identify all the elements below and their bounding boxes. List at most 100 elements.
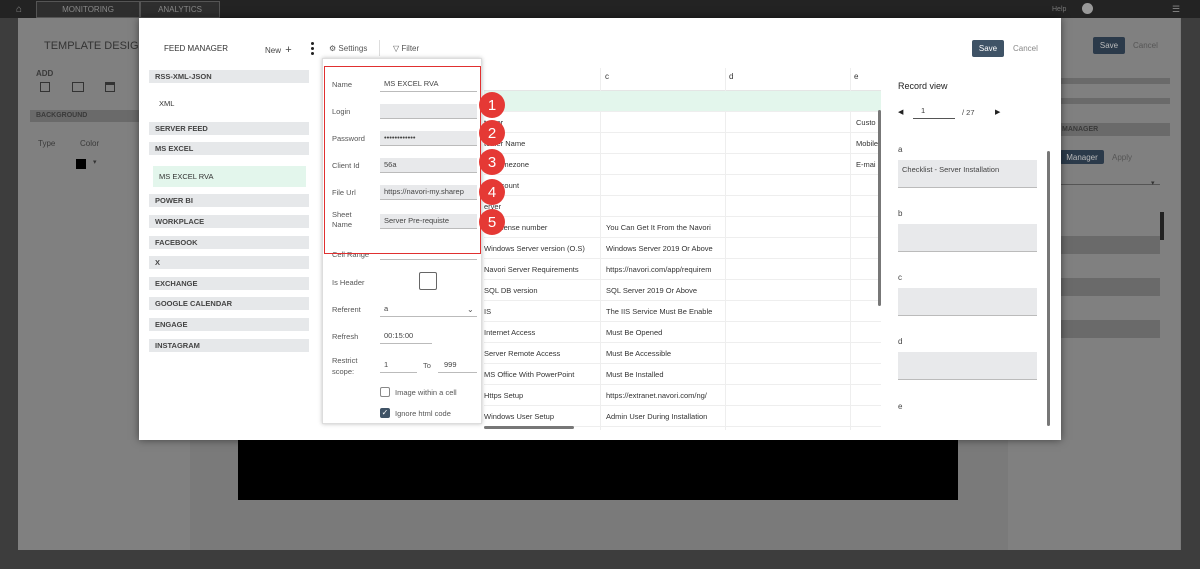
- cell-b[interactable]: erver: [484, 202, 596, 211]
- feed-group-server-feed[interactable]: SERVER FEED: [149, 122, 309, 135]
- cell-e[interactable]: E-mai: [856, 160, 878, 169]
- cell-b[interactable]: Internet Access: [484, 328, 596, 337]
- table-row[interactable]: 5et Account: [466, 175, 881, 196]
- column-header-c[interactable]: c: [605, 72, 609, 81]
- tab-monitoring[interactable]: MONITORING: [36, 1, 140, 18]
- shape-tool-icon[interactable]: [72, 82, 84, 92]
- feed-group-exchange[interactable]: EXCHANGE: [149, 277, 309, 290]
- table-row[interactable]: 1(Windows User SetupAdmin User During In…: [466, 406, 881, 427]
- modal-cancel-button[interactable]: Cancel: [1013, 44, 1038, 53]
- text-tool-icon[interactable]: [40, 82, 50, 92]
- cell-c[interactable]: Windows Server 2019 Or Above: [606, 244, 720, 253]
- background-cancel-button[interactable]: Cancel: [1133, 41, 1158, 50]
- table-row[interactable]: 8Windows Server version (O.S)Windows Ser…: [466, 238, 881, 259]
- background-save-button[interactable]: Save: [1093, 37, 1125, 54]
- feed-group-x[interactable]: X: [149, 256, 309, 269]
- feed-group-ms-excel[interactable]: MS EXCEL: [149, 142, 309, 155]
- cell-c[interactable]: Admin User During Installation: [606, 412, 720, 421]
- table-row[interactable]: 1:Server Remote AccessMust Be Accessible: [466, 343, 881, 364]
- background-scrollbar[interactable]: [1160, 212, 1164, 240]
- table-row[interactable]: 1:Internet AccessMust Be Opened: [466, 322, 881, 343]
- cell-b[interactable]: IS: [484, 307, 596, 316]
- is-header-checkbox[interactable]: [419, 272, 437, 290]
- image-within-cell-checkbox[interactable]: [380, 387, 390, 397]
- grid-horizontal-scrollbar[interactable]: [484, 426, 574, 429]
- cell-b[interactable]: Https Setup: [484, 391, 596, 400]
- ignore-html-checkbox[interactable]: ✓: [380, 408, 390, 418]
- table-row[interactable]: 9Navori Server Requirementshttps://navor…: [466, 259, 881, 280]
- cell-b[interactable]: Server Remote Access: [484, 349, 596, 358]
- settings-sliders-icon[interactable]: ☰: [1172, 4, 1180, 15]
- tab-analytics[interactable]: ANALYTICS: [140, 1, 220, 18]
- calendar-tool-icon[interactable]: [105, 82, 115, 92]
- next-record-icon[interactable]: ▶: [995, 108, 1000, 116]
- cell-c[interactable]: Must Be Installed: [606, 370, 720, 379]
- cell-e[interactable]: Custo: [856, 118, 878, 127]
- modal-save-button[interactable]: Save: [972, 40, 1004, 57]
- cell-c[interactable]: You Can Get It From the Navori: [606, 223, 720, 232]
- user-icon[interactable]: [1082, 3, 1093, 14]
- settings-label: Settings: [338, 44, 368, 53]
- cell-e[interactable]: Mobile: [856, 139, 878, 148]
- table-row[interactable]: 4ry / TimezoneE-mai: [466, 154, 881, 175]
- help-link[interactable]: Help: [1052, 6, 1066, 13]
- background-right-line: [1060, 184, 1160, 185]
- table-row[interactable]: 1<MS Office With PowerPointMust Be Insta…: [466, 364, 881, 385]
- table-row[interactable]: 1!Https Setuphttps://extranet.navori.com…: [466, 385, 881, 406]
- feed-group-facebook[interactable]: FACEBOOK: [149, 236, 309, 249]
- grid-vertical-scrollbar[interactable]: [878, 110, 881, 306]
- home-icon[interactable]: ⌂: [16, 4, 22, 15]
- refresh-input[interactable]: 00:15:00: [380, 329, 432, 344]
- annotation-marker-4: 4: [479, 179, 505, 205]
- feed-group-power-bi[interactable]: POWER BI: [149, 194, 309, 207]
- record-page-input[interactable]: 1: [913, 106, 955, 119]
- field-value-d[interactable]: [898, 352, 1037, 380]
- record-view-scrollbar[interactable]: [1047, 151, 1050, 426]
- table-row[interactable]: 2tomerCusto: [466, 112, 881, 133]
- table-row[interactable]: 7ver license numberYou Can Get It From t…: [466, 217, 881, 238]
- filter-button[interactable]: ▽ Filter: [393, 44, 419, 53]
- table-row[interactable]: 1'ISThe IIS Service Must Be Enable: [466, 301, 881, 322]
- cell-c[interactable]: Must Be Opened: [606, 328, 720, 337]
- prev-record-icon[interactable]: ◀: [898, 108, 903, 116]
- template-canvas: [238, 440, 958, 500]
- cell-c[interactable]: https://navori.com/app/requirem: [606, 265, 720, 274]
- feed-group-google-calendar[interactable]: GOOGLE CALENDAR: [149, 297, 309, 310]
- cell-b[interactable]: MS Office With PowerPoint: [484, 370, 596, 379]
- cell-c[interactable]: Must Be Accessible: [606, 349, 720, 358]
- table-row[interactable]: 6erver: [466, 196, 881, 217]
- apply-button[interactable]: Apply: [1112, 153, 1132, 162]
- new-feed-button[interactable]: New +: [265, 44, 292, 56]
- field-value-c[interactable]: [898, 288, 1037, 316]
- feed-group-rss[interactable]: RSS-XML-JSON: [149, 70, 309, 83]
- cell-c[interactable]: The IIS Service Must Be Enable: [606, 307, 720, 316]
- referent-label: Referent: [332, 305, 361, 314]
- settings-button[interactable]: ⚙ Settings: [329, 44, 367, 53]
- column-header-e[interactable]: e: [854, 72, 858, 81]
- refresh-label: Refresh: [332, 332, 359, 341]
- color-swatch[interactable]: [76, 159, 86, 169]
- column-header-d[interactable]: d: [729, 72, 733, 81]
- cell-c[interactable]: https://extranet.navori.com/ng/: [606, 391, 720, 400]
- feed-group-instagram[interactable]: INSTAGRAM: [149, 339, 309, 352]
- field-value-a[interactable]: Checklist - Server Installation: [898, 160, 1037, 188]
- referent-select[interactable]: a: [380, 302, 477, 317]
- cell-b[interactable]: SQL DB version: [484, 286, 596, 295]
- more-options-icon[interactable]: [311, 42, 314, 55]
- restrict-from-input[interactable]: 1: [380, 358, 417, 373]
- cell-b[interactable]: Navori Server Requirements: [484, 265, 596, 274]
- restrict-to-input[interactable]: 999: [438, 358, 477, 373]
- field-value-b[interactable]: [898, 224, 1037, 252]
- cell-b[interactable]: Windows User Setup: [484, 412, 596, 421]
- table-row[interactable]: 1(SQL DB versionSQL Server 2019 Or Above: [466, 280, 881, 301]
- feed-group-engage[interactable]: ENGAGE: [149, 318, 309, 331]
- cell-b[interactable]: Windows Server version (O.S): [484, 244, 596, 253]
- cell-c[interactable]: SQL Server 2019 Or Above: [606, 286, 720, 295]
- feed-item-ms-excel-rva[interactable]: MS EXCEL RVA: [153, 166, 306, 187]
- feed-group-workplace[interactable]: WORKPLACE: [149, 215, 309, 228]
- feed-item-xml[interactable]: XML: [153, 89, 306, 117]
- table-row[interactable]: 3tomer NameMobile: [466, 133, 881, 154]
- table-row[interactable]: 1: [466, 91, 881, 112]
- feed-manager-modal: FEED MANAGER New + ⚙ Settings ▽ Filter S…: [139, 18, 1061, 440]
- manager-button[interactable]: Manager: [1060, 150, 1104, 164]
